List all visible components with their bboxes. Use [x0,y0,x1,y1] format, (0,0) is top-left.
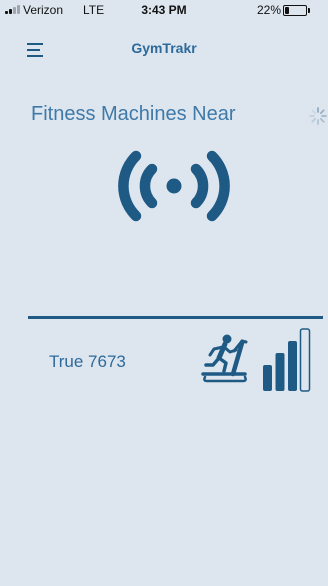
app-title: GymTrakr [131,40,197,56]
signal-strength-bar [299,328,311,392]
broadcast-signal-icon [118,150,230,222]
loading-spinner-icon [309,107,327,125]
battery-icon [283,5,307,16]
section-title: Fitness Machines Near [31,103,236,125]
signal-strength-bar [263,365,272,391]
machine-list-item[interactable]: True 7673 [28,325,328,405]
signal-strength-bar [288,341,297,391]
signal-strength-bar [275,353,285,391]
battery-percentage: 22% [257,3,282,17]
battery-tip [308,8,310,13]
machine-name: True 7673 [49,352,126,371]
treadmill-icon [201,334,248,383]
status-bar: Verizon LTE 3:43 PM 22% [0,0,328,20]
signal-strength-icon [263,328,311,392]
divider [28,316,323,319]
